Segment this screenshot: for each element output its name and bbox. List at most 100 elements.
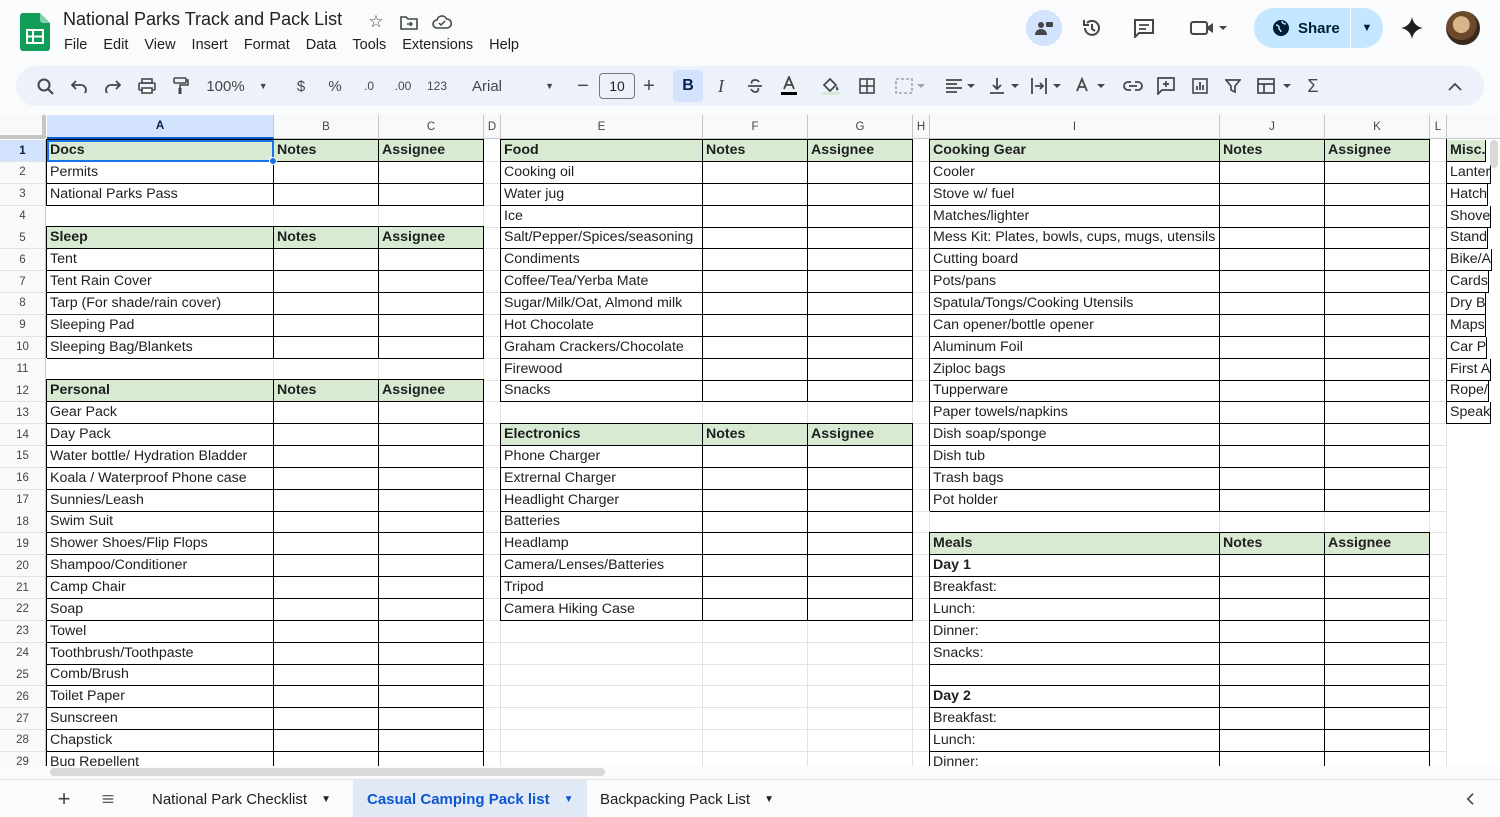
cooking-item[interactable]: Mess Kit: Plates, bowls, cups, mugs, ute… (930, 227, 1220, 250)
personal-assignee-cell[interactable] (379, 467, 484, 490)
electronics-notes-cell[interactable] (703, 598, 808, 621)
food-food-header[interactable]: Food (501, 140, 703, 162)
misc-item[interactable]: Stand (1447, 227, 1489, 250)
column-header-a[interactable]: A (47, 115, 274, 139)
column-header-g[interactable]: G (808, 115, 913, 139)
borders-icon[interactable] (854, 66, 880, 106)
cell[interactable] (484, 314, 501, 337)
decrease-decimal-button[interactable]: .0 (356, 66, 382, 106)
column-header-h[interactable]: H (913, 115, 930, 139)
misc-item[interactable]: Dry B (1447, 292, 1487, 315)
electronics-notes-cell[interactable] (703, 577, 808, 599)
menu-view[interactable]: View (136, 35, 183, 55)
food-item[interactable]: Ice (501, 205, 703, 228)
cell[interactable] (913, 664, 930, 687)
cell[interactable] (1430, 686, 1447, 709)
cooking-assignee-cell[interactable] (1325, 380, 1430, 403)
row-header-27[interactable]: 27 (0, 708, 46, 731)
cell[interactable] (484, 292, 501, 315)
personal-notes-cell[interactable] (274, 751, 379, 766)
electronics-assignee-cell[interactable] (808, 489, 913, 512)
cell[interactable] (484, 402, 501, 425)
cell[interactable] (484, 729, 501, 752)
cell[interactable] (484, 489, 501, 512)
cell[interactable] (484, 183, 501, 206)
row-header-29[interactable]: 29 (0, 751, 46, 766)
cell[interactable] (703, 751, 808, 766)
food-notes-cell[interactable] (703, 380, 808, 403)
docs-notes-cell[interactable] (274, 183, 379, 206)
cell[interactable] (1430, 380, 1447, 403)
cell[interactable] (913, 445, 930, 468)
cell[interactable] (501, 686, 703, 709)
cell[interactable] (913, 751, 930, 766)
cell[interactable] (1430, 555, 1447, 578)
text-wrapping-icon[interactable] (1028, 66, 1064, 106)
row-header-2[interactable]: 2 (0, 161, 46, 184)
column-header-f[interactable]: F (703, 115, 808, 139)
personal-item[interactable]: Toothbrush/Toothpaste (47, 642, 274, 665)
docs-assignee-header[interactable]: Assignee (379, 140, 484, 162)
electronics-notes-cell[interactable] (703, 489, 808, 512)
food-notes-header[interactable]: Notes (703, 140, 808, 162)
cell[interactable] (484, 380, 501, 403)
cell[interactable] (1430, 467, 1447, 490)
misc-item[interactable]: Car P (1447, 336, 1488, 359)
row-header-15[interactable]: 15 (0, 445, 46, 468)
cell[interactable] (913, 314, 930, 337)
menu-data[interactable]: Data (298, 35, 345, 55)
sleep-assignee-cell[interactable] (379, 271, 484, 294)
cell[interactable] (1430, 183, 1447, 206)
meals-notes-cell[interactable] (1220, 620, 1325, 643)
cooking-assignee-cell[interactable] (1325, 314, 1430, 337)
cell[interactable] (484, 555, 501, 578)
cooking-item[interactable]: Spatula/Tongs/Cooking Utensils (930, 292, 1220, 315)
move-folder-icon[interactable] (397, 11, 421, 33)
row-header-10[interactable]: 10 (0, 336, 46, 359)
bold-button[interactable]: B (673, 70, 703, 102)
cell[interactable] (913, 271, 930, 294)
cell[interactable] (1430, 227, 1447, 250)
meals-assignee-cell[interactable] (1325, 620, 1430, 643)
cell[interactable] (1430, 642, 1447, 665)
cell[interactable] (484, 271, 501, 294)
cooking-notes-cell[interactable] (1220, 205, 1325, 228)
cooking-notes-cell[interactable] (1220, 183, 1325, 206)
cell[interactable] (913, 620, 930, 643)
row-header-8[interactable]: 8 (0, 292, 46, 315)
food-assignee-cell[interactable] (808, 227, 913, 250)
electronics-notes-cell[interactable] (703, 467, 808, 490)
personal-notes-cell[interactable] (274, 577, 379, 599)
cooking-notes-cell[interactable] (1220, 489, 1325, 512)
row-header-5[interactable]: 5 (0, 227, 46, 250)
misc-item[interactable]: Cards (1447, 271, 1489, 294)
food-assignee-cell[interactable] (808, 358, 913, 381)
cell[interactable] (913, 533, 930, 556)
cell[interactable] (501, 402, 703, 425)
personal-notes-cell[interactable] (274, 664, 379, 687)
cell[interactable] (484, 140, 501, 162)
user-avatar[interactable] (1446, 11, 1480, 45)
personal-assignee-cell[interactable] (379, 642, 484, 665)
meals-assignee-cell[interactable] (1325, 577, 1430, 599)
cell[interactable] (1430, 271, 1447, 294)
meals-item[interactable]: Breakfast: (930, 708, 1220, 731)
cell[interactable] (808, 664, 913, 687)
cell[interactable] (379, 358, 484, 381)
row-header-17[interactable]: 17 (0, 489, 46, 512)
text-color-icon[interactable] (776, 66, 802, 106)
personal-assignee-cell[interactable] (379, 424, 484, 447)
sleep-assignee-cell[interactable] (379, 292, 484, 315)
share-button[interactable]: Share (1254, 8, 1350, 48)
personal-item[interactable]: Bug Repellent (47, 751, 274, 766)
cell[interactable] (501, 751, 703, 766)
personal-notes-cell[interactable] (274, 555, 379, 578)
personal-assignee-cell[interactable] (379, 620, 484, 643)
electronics-assignee-header[interactable]: Assignee (808, 424, 913, 447)
cooking-assignee-cell[interactable] (1325, 249, 1430, 272)
cell[interactable] (703, 708, 808, 731)
food-item[interactable]: Salt/Pepper/Spices/seasoning (501, 227, 703, 250)
meals-notes-cell[interactable] (1220, 642, 1325, 665)
food-item[interactable]: Graham Crackers/Chocolate (501, 336, 703, 359)
food-notes-cell[interactable] (703, 358, 808, 381)
